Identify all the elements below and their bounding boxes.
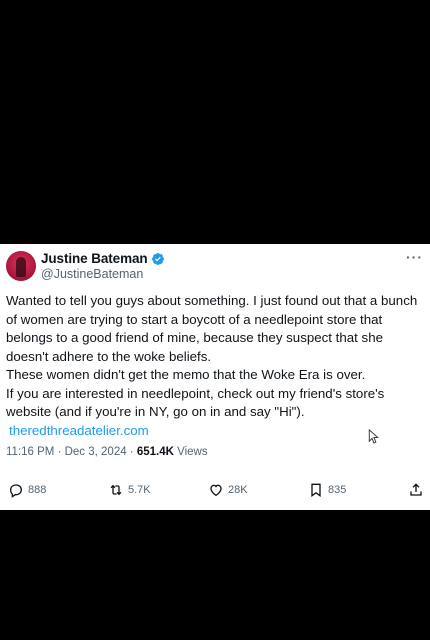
tweet-card[interactable]: Justine Bateman @JustineBateman ··· Want…	[0, 244, 430, 510]
video-letterbox-top	[0, 0, 430, 244]
author-display-name[interactable]: Justine Bateman	[41, 251, 148, 266]
views-label: Views	[173, 446, 208, 458]
tweet-text: Wanted to tell you guys about something.…	[6, 292, 426, 440]
share-button[interactable]	[408, 482, 428, 498]
like-count: 28K	[228, 484, 248, 496]
author-row: Justine Bateman	[41, 251, 165, 266]
repost-count: 5.7K	[128, 484, 151, 496]
avatar[interactable]	[6, 251, 36, 281]
reply-button[interactable]: 888	[8, 482, 46, 498]
like-icon	[210, 484, 222, 497]
mouse-cursor-icon	[368, 429, 379, 444]
bookmark-button[interactable]: 835	[308, 482, 346, 498]
reply-icon	[9, 484, 23, 498]
action-bar: 888 5.7K 28K 835	[0, 482, 430, 502]
bookmark-count: 835	[328, 484, 347, 496]
tweet-paragraph: These women didn't get the memo that the…	[6, 367, 366, 382]
tweet-paragraph: Wanted to tell you guys about something.…	[6, 293, 418, 364]
tweet-paragraph: If you are interested in needlepoint, ch…	[6, 385, 385, 420]
repost-icon	[110, 484, 122, 496]
views-count: 651.4K	[136, 446, 174, 458]
bookmark-icon	[311, 483, 321, 497]
video-letterbox-bottom	[0, 510, 430, 640]
timestamp[interactable]: 11:16 PM · Dec 3, 2024 ·	[6, 446, 137, 458]
repost-button[interactable]: 5.7K	[108, 482, 151, 498]
tweet-metadata: 11:16 PM · Dec 3, 2024 · 651.4K Views	[6, 446, 208, 458]
more-icon[interactable]: ···	[406, 249, 423, 265]
verified-badge-icon	[151, 252, 164, 265]
like-button[interactable]: 28K	[208, 482, 248, 498]
share-icon	[410, 483, 422, 496]
author-handle[interactable]: @JustineBateman	[41, 267, 143, 281]
tweet-link[interactable]: theredthreadatelier.com	[9, 422, 149, 441]
reply-count: 888	[28, 484, 47, 496]
